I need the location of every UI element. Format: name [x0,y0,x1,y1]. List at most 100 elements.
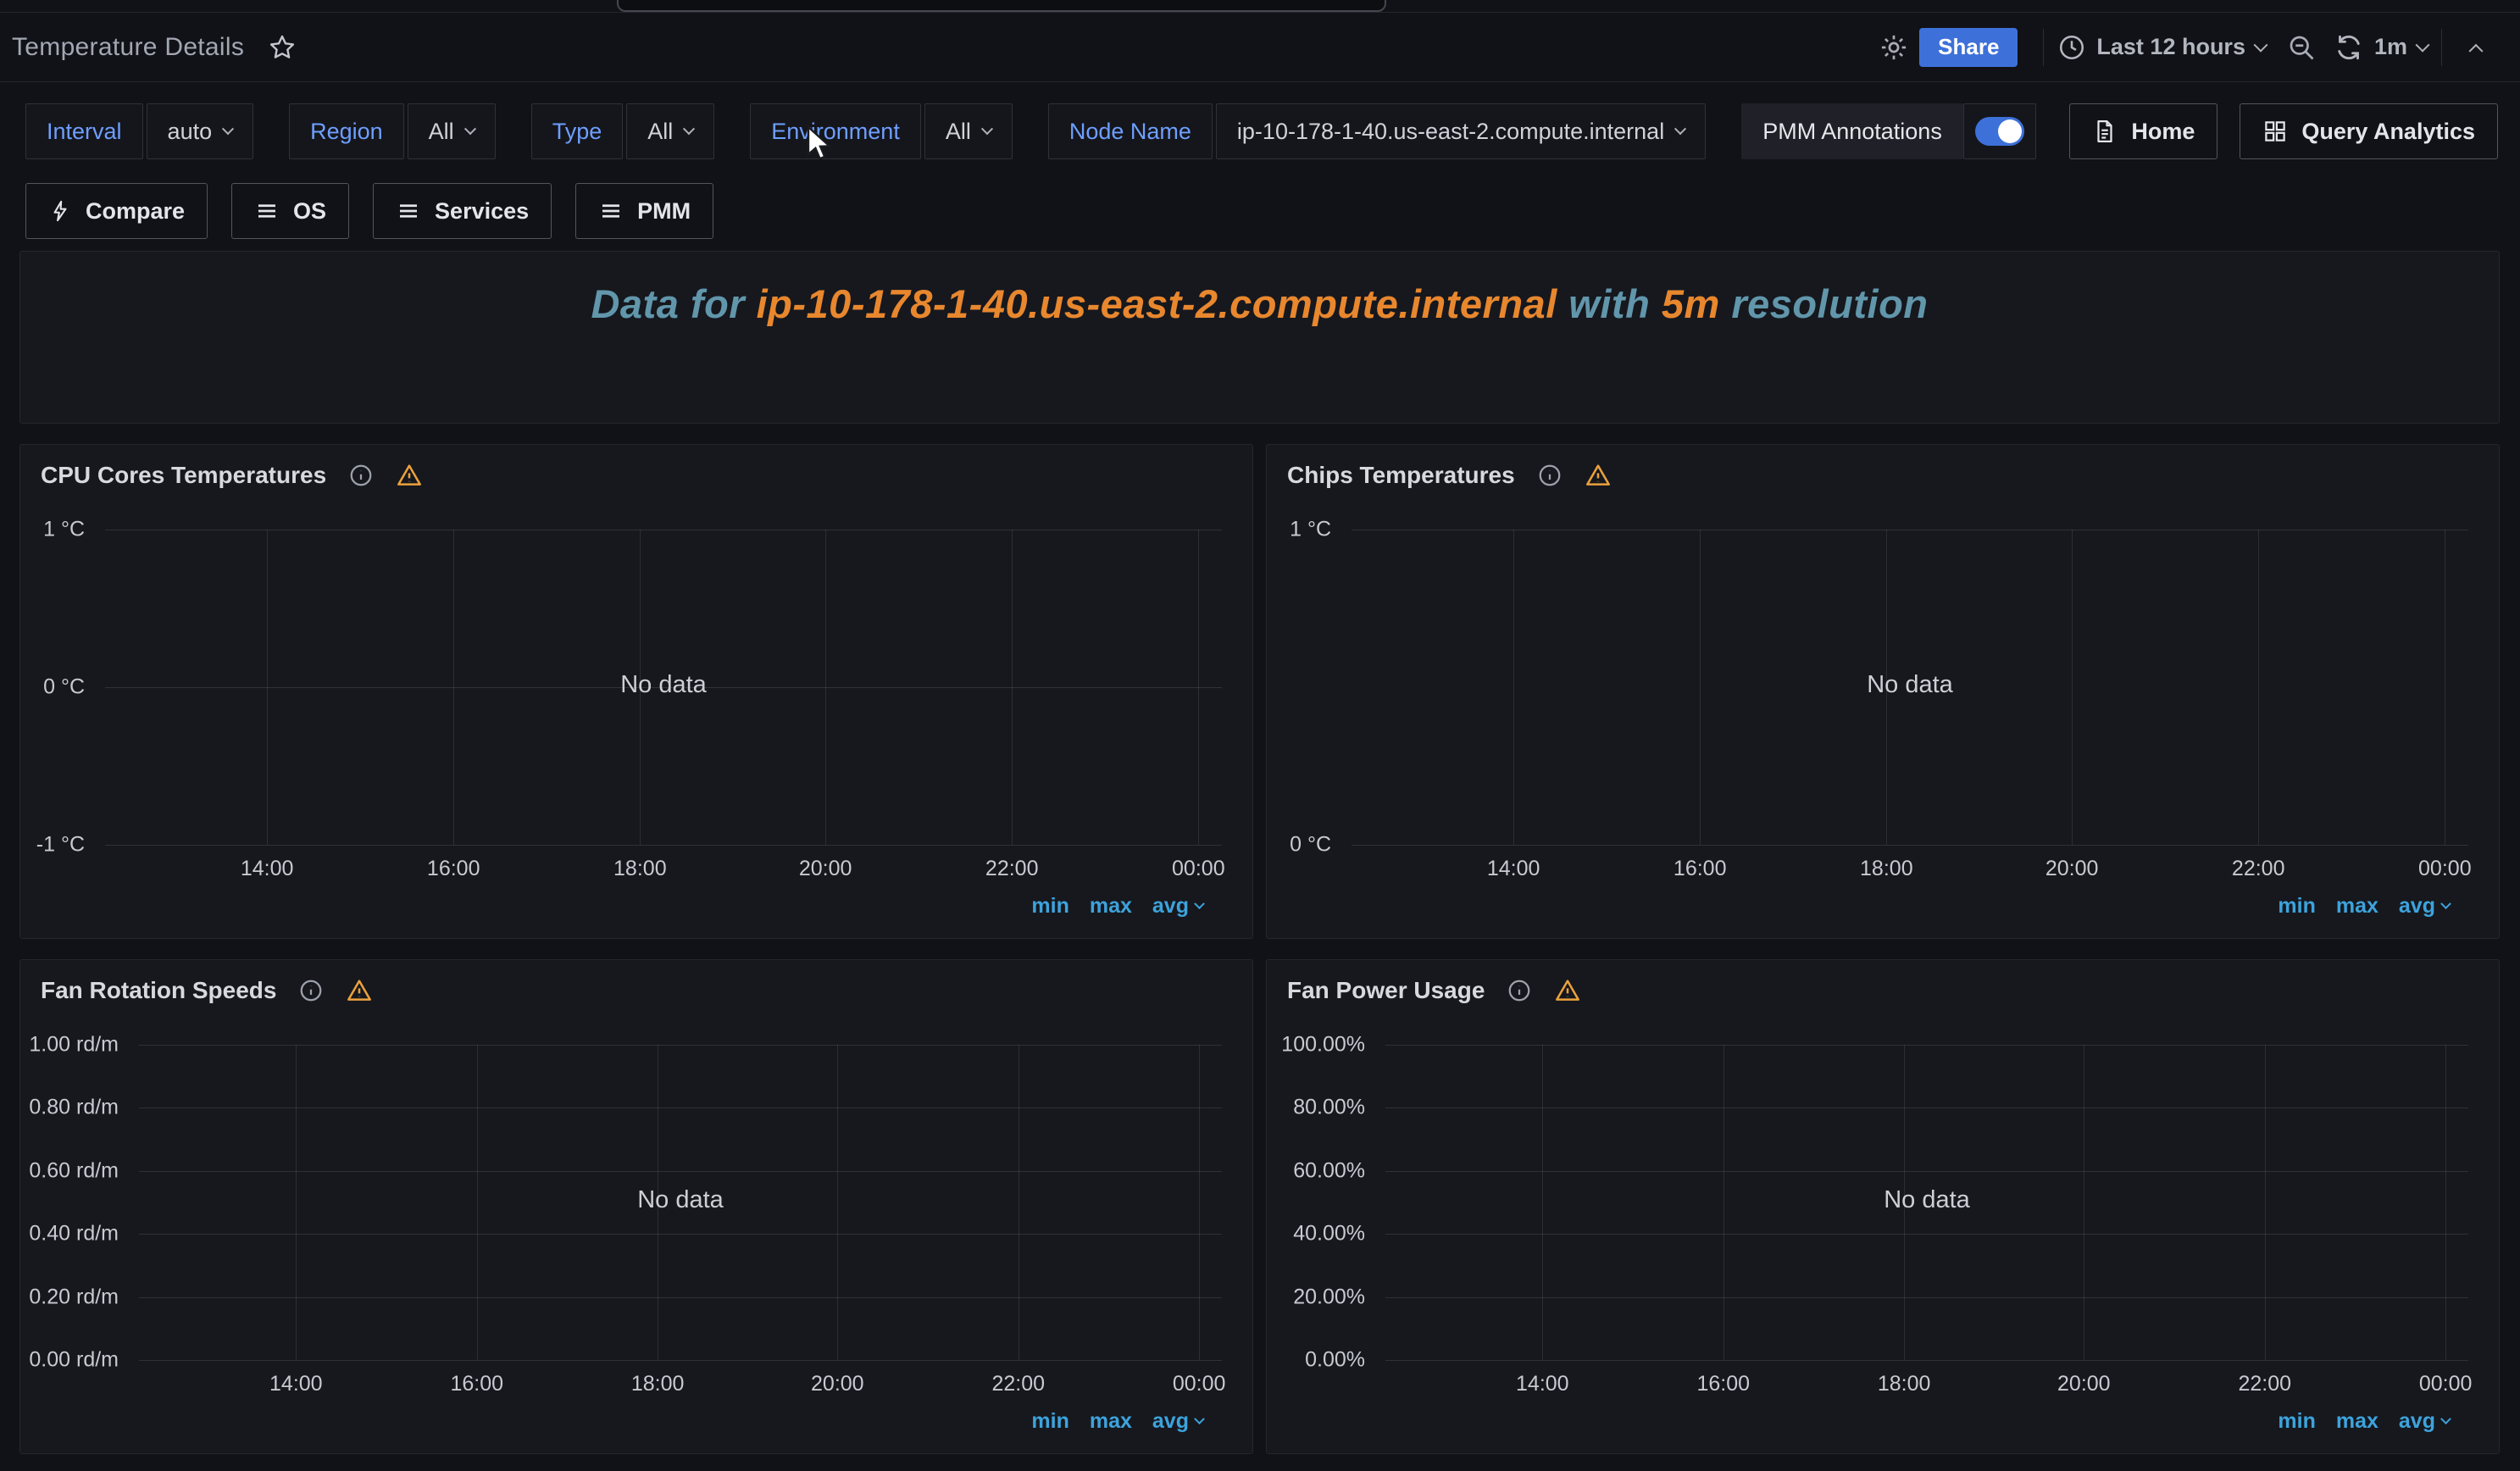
legend-avg[interactable]: avg [1152,894,1203,919]
chevron-down-icon [222,123,234,135]
gridline [1199,1045,1200,1360]
gridline [139,1171,1222,1172]
x-tick: 14:00 [1487,857,1540,881]
legend-avg[interactable]: avg [2399,894,2450,919]
info-icon[interactable] [1537,463,1563,488]
warning-icon[interactable] [346,977,373,1004]
zoom-out-icon[interactable] [2281,27,2322,68]
node-name-select[interactable]: ip-10-178-1-40.us-east-2.compute.interna… [1216,103,1706,159]
environment-label[interactable]: Environment [750,103,921,159]
collapse-chevron-up-icon[interactable] [2456,27,2496,68]
panel-title[interactable]: Fan Rotation Speeds [41,977,276,1004]
os-button[interactable]: OS [231,183,349,239]
x-tick: 22:00 [2232,857,2285,881]
gridline [139,1107,1222,1108]
query-analytics-button[interactable]: Query Analytics [2240,103,2498,159]
interval-select[interactable]: auto [147,103,254,159]
info-icon[interactable] [348,463,374,488]
legend-min[interactable]: min [2278,1409,2315,1434]
no-data-message: No data [1884,1186,1970,1214]
search-bar-partial[interactable] [617,0,1386,12]
y-axis-labels: 1 °C 0 °C [1267,530,1341,845]
plot-area[interactable]: No data [139,1045,1222,1360]
legend: min max avg [2278,1409,2450,1434]
panel-cpu-cores-temperatures: CPU Cores Temperatures 1 °C 0 °C -1 °C N… [19,444,1253,939]
node-name-filter: Node Name ip-10-178-1-40.us-east-2.compu… [1048,103,1706,159]
y-tick: 0 °C [1290,833,1331,858]
y-tick: 0.40 rd/m [29,1222,119,1246]
panel-chips-temperatures: Chips Temperatures 1 °C 0 °C No data 14:… [1266,444,2500,939]
y-tick: 80.00% [1293,1096,1365,1120]
panel-title[interactable]: Fan Power Usage [1287,977,1485,1004]
plot-area[interactable]: No data [105,530,1222,845]
y-tick: 20.00% [1293,1285,1365,1309]
home-button[interactable]: Home [2069,103,2217,159]
legend-min[interactable]: min [1031,1409,1069,1434]
info-icon[interactable] [1507,978,1532,1003]
legend-min[interactable]: min [1031,894,1069,919]
grid-icon [2262,119,2288,144]
legend-avg[interactable]: avg [2399,1409,2450,1434]
gridline [2258,530,2259,845]
chevron-down-icon [981,123,993,135]
compare-button[interactable]: Compare [25,183,208,239]
interval-label[interactable]: Interval [25,103,143,159]
quick-links-toolbar: Compare OS Services PMM [25,183,2498,239]
legend-max[interactable]: max [2336,894,2378,919]
warning-icon[interactable] [1554,977,1581,1004]
time-range-picker[interactable]: Last 12 hours [2057,33,2266,62]
plot-area[interactable]: No data [1385,1045,2468,1360]
type-select[interactable]: All [626,103,714,159]
y-tick: 0.80 rd/m [29,1096,119,1120]
services-button[interactable]: Services [373,183,552,239]
pmm-annotations-control: PMM Annotations [1741,103,2036,159]
y-tick: 1.00 rd/m [29,1033,119,1057]
y-tick: 60.00% [1293,1158,1365,1183]
pmm-button[interactable]: PMM [575,183,713,239]
region-label[interactable]: Region [289,103,404,159]
refresh-picker[interactable]: 1m [2334,32,2428,63]
share-button[interactable]: Share [1919,28,2018,67]
legend-max[interactable]: max [1090,894,1132,919]
x-axis-labels: 14:00 16:00 18:00 20:00 22:00 00:00 [1385,1372,2468,1397]
panel-title[interactable]: Chips Temperatures [1287,462,1515,489]
y-axis-labels: 1.00 rd/m 0.80 rd/m 0.60 rd/m 0.40 rd/m … [20,1045,129,1360]
gridline [837,1045,838,1360]
refresh-icon [2334,32,2364,63]
x-tick: 20:00 [2057,1372,2111,1396]
gridline [139,1045,1222,1046]
settings-gear-icon[interactable] [1873,27,1914,68]
gridline [1723,1045,1724,1360]
no-data-message: No data [1867,671,1953,699]
plot-area[interactable]: No data [1352,530,2468,845]
panel-header[interactable]: CPU Cores Temperatures [20,445,1252,497]
legend-max[interactable]: max [2336,1409,2378,1434]
y-tick: 100.00% [1281,1033,1365,1057]
environment-select[interactable]: All [924,103,1013,159]
x-tick: 22:00 [2238,1372,2291,1396]
star-favorite-icon[interactable] [268,33,297,62]
y-axis-labels: 1 °C 0 °C -1 °C [20,530,95,845]
info-icon[interactable] [298,978,324,1003]
panel-title[interactable]: CPU Cores Temperatures [41,462,326,489]
toggle-track [1975,117,2024,146]
no-data-message: No data [637,1186,724,1214]
warning-icon[interactable] [396,462,423,489]
gridline [1542,1045,1543,1360]
legend-avg[interactable]: avg [1152,1409,1203,1434]
panel-header[interactable]: Fan Power Usage [1267,960,2499,1013]
region-select[interactable]: All [408,103,496,159]
banner-prefix: Data for [591,281,756,326]
dashboard-header: Temperature Details Share Last 12 hours [0,13,2520,82]
pmm-annotations-toggle[interactable] [1963,103,2036,159]
legend-min[interactable]: min [2278,894,2315,919]
panel-header[interactable]: Fan Rotation Speeds [20,960,1252,1013]
panel-header[interactable]: Chips Temperatures [1267,445,2499,497]
gridline [1385,1045,2468,1046]
legend-max[interactable]: max [1090,1409,1132,1434]
type-label[interactable]: Type [531,103,624,159]
node-name-label[interactable]: Node Name [1048,103,1213,159]
chevron-down-icon [683,123,695,135]
warning-icon[interactable] [1585,462,1612,489]
dashboard-title[interactable]: Temperature Details [12,33,244,62]
